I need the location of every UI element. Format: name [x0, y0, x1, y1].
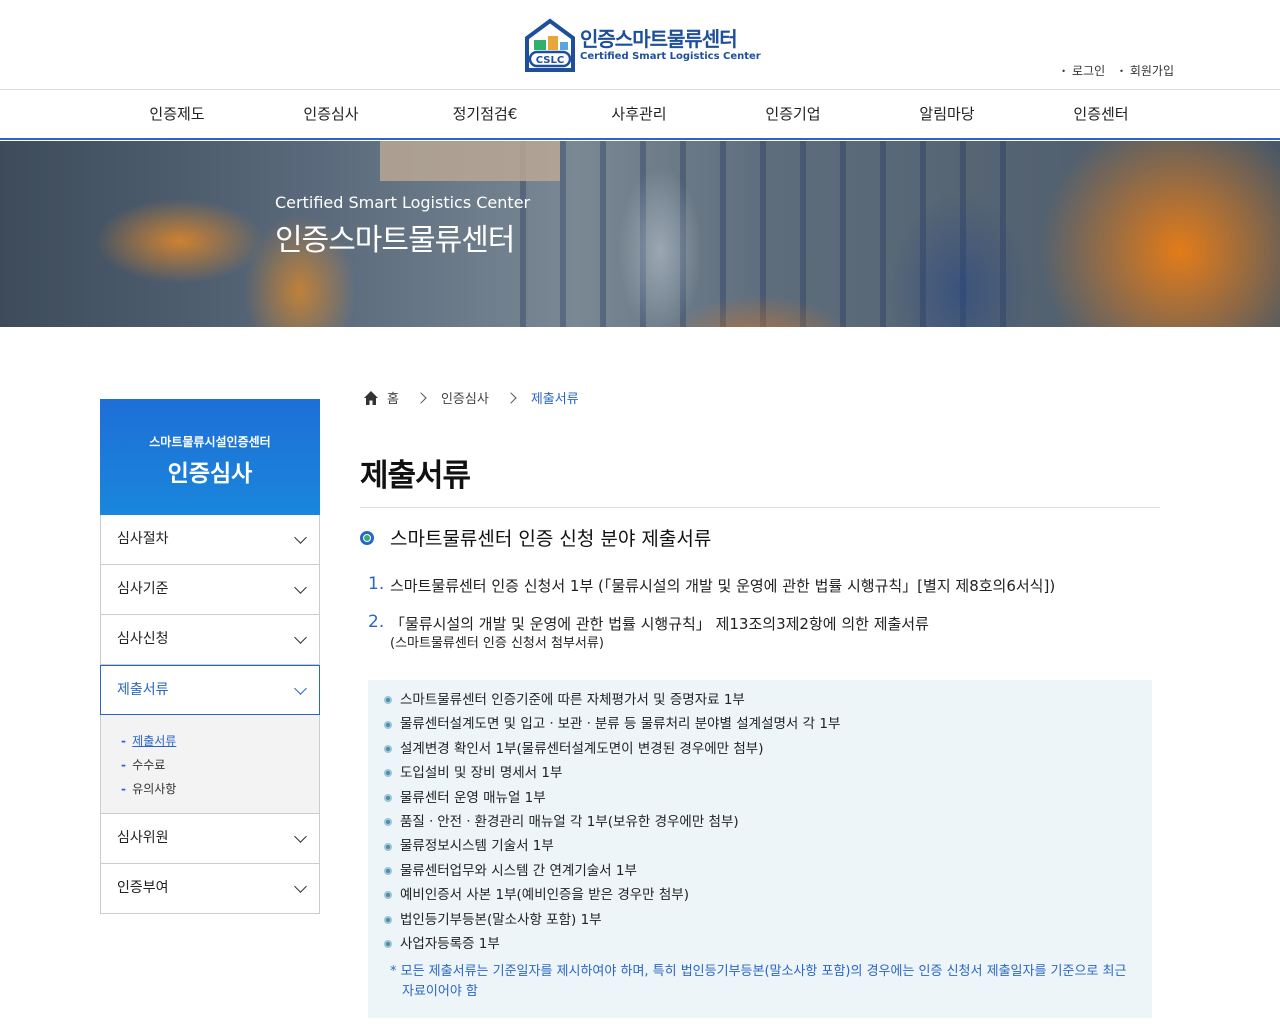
section-heading-text: 스마트물류센터 인증 신청 분야 제출서류 [390, 528, 712, 550]
bullet-icon [384, 915, 392, 924]
logo-subtitle: Certified Smart Logistics Center [580, 51, 761, 62]
home-icon[interactable] [363, 390, 379, 406]
signup-link[interactable]: 회원가입 [1119, 62, 1174, 79]
list-number: 1. [368, 574, 385, 594]
chevron-down-icon [294, 581, 307, 594]
bullet-circle-icon [360, 530, 374, 545]
logo-title: 인증스마트물류센터 [580, 27, 738, 51]
bullet-icon [384, 842, 392, 851]
banner-title: 인증스마트물류센터 [275, 223, 515, 258]
sidebar-item-certification-grant[interactable]: 인증부여 [100, 864, 320, 914]
list-item: 도입설비 및 장비 명세서 1부 [384, 761, 1136, 785]
list-item: 물류센터업무와 시스템 간 연계기술서 1부 [384, 859, 1136, 883]
list-item: 품질ㆍ안전ㆍ환경관리 매뉴얼 각 1부(보유한 경우에만 첨부) [384, 810, 1136, 834]
list-text: 「물류시설의 개발 및 운영에 관한 법률 시행규칙」 제13조의3제2항에 의… [390, 615, 929, 633]
sidebar-item-documents[interactable]: 제출서류 [100, 665, 320, 715]
banner-box-shape [380, 141, 560, 181]
svg-text:CSLC: CSLC [536, 55, 564, 66]
bullet-icon [384, 696, 392, 705]
list-item: 법인등기부등본(말소사항 포함) 1부 [384, 908, 1136, 932]
list-item: 스마트물류센터 인증기준에 따른 자체평가서 및 증명자료 1부 [384, 688, 1136, 712]
nav-item-certification-review[interactable]: 인증심사 [254, 91, 408, 138]
sidebar-item-label: 심사위원 [117, 830, 169, 846]
hero-banner: Certified Smart Logistics Center 인증스마트물류… [0, 141, 1280, 327]
sidebar-item-review-procedure[interactable]: 심사절차 [100, 515, 320, 565]
nav-item-post-management[interactable]: 사후관리 [562, 91, 716, 138]
sidebar: 스마트물류시설인증센터 인증심사 심사절차 심사기준 심사신청 제출서류 제출서… [100, 399, 320, 914]
bullet-icon [384, 745, 392, 754]
chevron-down-icon [294, 830, 307, 843]
bullet-icon [384, 793, 392, 802]
submenu-item-fees[interactable]: 수수료 [121, 753, 319, 777]
login-link[interactable]: 로그인 [1061, 62, 1105, 79]
section-heading: 스마트물류센터 인증 신청 분야 제출서류 [360, 524, 711, 551]
main-nav: 인증제도 인증심사 정기점검€ 사후관리 인증기업 알림마당 인증센터 [0, 91, 1280, 140]
list-item: 물류센터설계도면 및 입고ㆍ보관ㆍ분류 등 물류처리 분야별 설계설명서 각 1… [384, 712, 1136, 736]
chevron-down-icon [294, 880, 307, 893]
sidebar-item-label: 심사신청 [117, 631, 169, 647]
sidebar-item-label: 심사기준 [117, 581, 169, 597]
util-menu: 로그인 회원가입 [1061, 62, 1174, 79]
list-item: 설계변경 확인서 1부(물류센터설계도면이 변경된 경우에만 첨부) [384, 737, 1136, 761]
sidebar-title: 인증심사 [167, 461, 253, 487]
list-subtext: (스마트물류센터 인증 신청서 첨부서류) [390, 636, 604, 651]
nav-item-certification-system[interactable]: 인증제도 [100, 91, 254, 138]
attachment-box: 스마트물류센터 인증기준에 따른 자체평가서 및 증명자료 1부 물류센터설계도… [368, 680, 1152, 1018]
site-logo[interactable]: CSLC 인증스마트물류센터 Certified Smart Logistics… [524, 18, 761, 72]
bullet-icon [384, 769, 392, 778]
banner-image [0, 141, 1280, 327]
submenu-item-documents[interactable]: 제출서류 [121, 729, 319, 753]
list-item: 물류센터 운영 매뉴얼 1부 [384, 786, 1136, 810]
list-item: 물류정보시스템 기술서 1부 [384, 834, 1136, 858]
logo-house-icon: CSLC [525, 18, 575, 72]
breadcrumb-level1[interactable]: 인증심사 [441, 388, 489, 407]
list-item: 1. 스마트물류센터 인증 신청서 1부 (「물류시설의 개발 및 운영에 관한… [368, 574, 1148, 598]
document-ordered-list: 1. 스마트물류센터 인증 신청서 1부 (「물류시설의 개발 및 운영에 관한… [368, 574, 1148, 666]
sidebar-item-review-criteria[interactable]: 심사기준 [100, 565, 320, 615]
breadcrumb-current: 제출서류 [530, 392, 579, 407]
sidebar-item-label: 제출서류 [117, 682, 169, 698]
bullet-icon [384, 867, 392, 876]
sidebar-submenu: 제출서류 수수료 유의사항 [100, 715, 320, 814]
bullet-icon [384, 940, 392, 949]
list-item: 사업자등록증 1부 [384, 932, 1136, 956]
sidebar-item-review-application[interactable]: 심사신청 [100, 615, 320, 665]
list-item: 2. 「물류시설의 개발 및 운영에 관한 법률 시행규칙」 제13조의3제2항… [368, 612, 1148, 652]
bullet-icon [384, 720, 392, 729]
sidebar-header: 스마트물류시설인증센터 인증심사 [100, 399, 320, 515]
chevron-right-icon [415, 391, 427, 404]
site-header: CSLC 인증스마트물류센터 Certified Smart Logistics… [0, 0, 1280, 90]
sidebar-item-reviewers[interactable]: 심사위원 [100, 814, 320, 864]
bullet-icon [384, 818, 392, 827]
nav-item-certified-companies[interactable]: 인증기업 [716, 91, 870, 138]
note-text: * 모든 제출서류는 기준일자를 제시하여야 하며, 특히 법인등기부등본(말소… [390, 964, 1127, 1000]
chevron-down-icon [294, 631, 307, 644]
list-text: 스마트물류센터 인증 신청서 1부 (「물류시설의 개발 및 운영에 관한 법률… [390, 577, 1056, 595]
chevron-down-icon [294, 682, 307, 695]
list-item: 예비인증서 사본 1부(예비인증을 받은 경우만 첨부) [384, 883, 1136, 907]
breadcrumb: 홈 인증심사 제출서류 [363, 388, 579, 407]
list-number: 2. [368, 612, 385, 632]
page-title: 제출서류 [360, 450, 1160, 508]
sidebar-item-label: 인증부여 [117, 880, 169, 896]
bullet-icon [384, 891, 392, 900]
sidebar-item-label: 심사절차 [117, 531, 169, 547]
chevron-right-icon [505, 391, 517, 404]
submenu-item-precautions[interactable]: 유의사항 [121, 777, 319, 801]
sidebar-subtitle: 스마트물류시설인증센터 [149, 435, 271, 449]
banner-subtitle: Certified Smart Logistics Center [275, 193, 531, 212]
nav-item-regular-inspection[interactable]: 정기점검€ [408, 91, 562, 138]
chevron-down-icon [294, 531, 307, 544]
breadcrumb-home[interactable]: 홈 [387, 388, 399, 407]
nav-item-certification-center[interactable]: 인증센터 [1024, 91, 1178, 138]
nav-item-notice[interactable]: 알림마당 [870, 91, 1024, 138]
